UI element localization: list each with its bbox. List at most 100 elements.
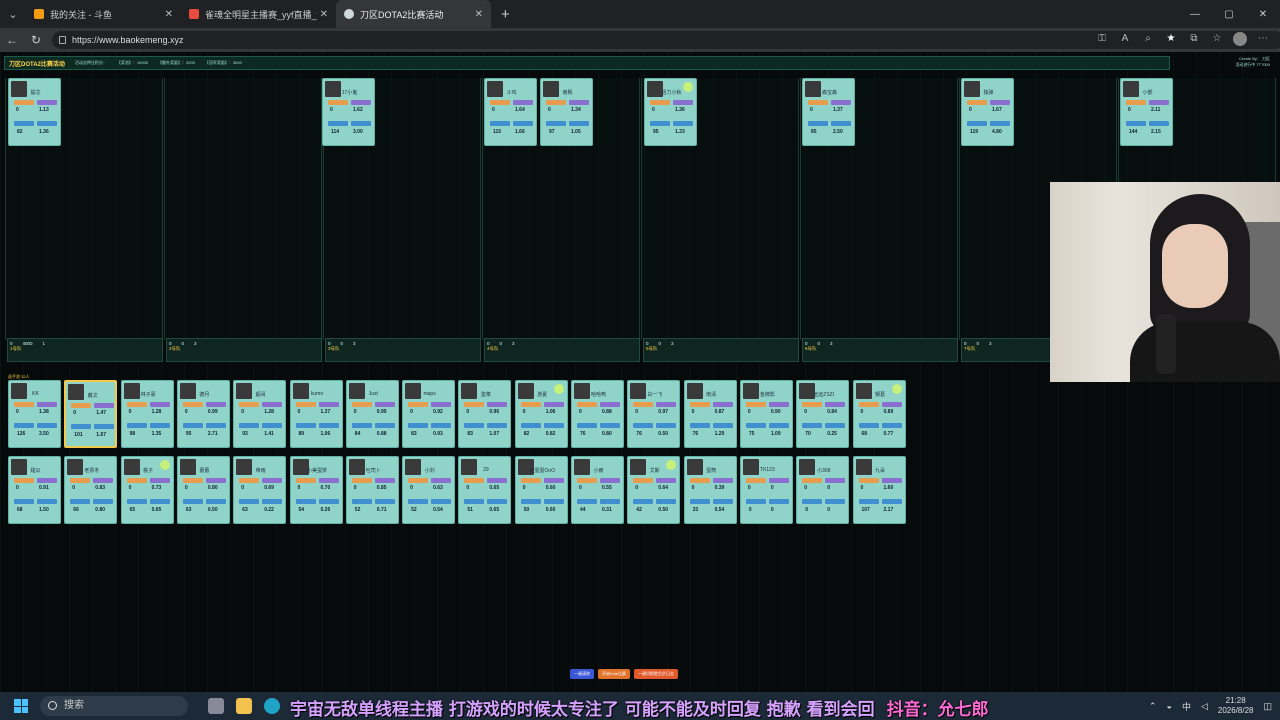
notification-icon[interactable]: ◫ — [1263, 701, 1272, 712]
player-card[interactable]: 艾斯 0 0.64 42 0.50 — [627, 456, 681, 524]
profile-avatar[interactable] — [1233, 32, 1247, 46]
player-card[interactable]: 帝雨 0 0.69 63 0.22 — [233, 456, 287, 524]
close-tab-icon[interactable]: ✕ — [475, 9, 483, 20]
tab-list-button[interactable]: ⌄ — [0, 0, 26, 28]
back-button[interactable]: ← — [0, 33, 24, 47]
player-card[interactable]: 蛋筒 0 0.39 33 0.54 — [683, 456, 737, 524]
player-card[interactable]: 森宝森 0 1.37 85 2.50 — [802, 78, 855, 146]
player-card[interactable]: 南枫 0 1.34 97 1.05 — [540, 78, 593, 146]
player-card[interactable]: 林子豪 0 1.28 98 1.35 — [120, 380, 174, 448]
player-card[interactable]: 小308 0 0 0 0 — [796, 456, 850, 524]
more-menu-icon[interactable]: ⋯ — [1256, 32, 1270, 46]
score-value: 101 — [74, 432, 83, 438]
player-card[interactable]: 白一飞 0 0.97 76 0.50 — [627, 380, 681, 448]
player-card[interactable]: kumo 0 1.37 89 1.06 — [289, 380, 343, 448]
player-card[interactable]: 提芯 0 1.13 82 1.36 — [8, 78, 61, 146]
star-icon[interactable]: ★ — [1164, 32, 1178, 46]
clear-button[interactable]: 一键清除 — [570, 669, 594, 679]
player-card[interactable]: 哈哈鸭 0 0.88 76 0.80 — [571, 380, 624, 448]
microphone — [1156, 314, 1176, 374]
player-card[interactable]: 独弹 0 1.67 119 4.80 — [961, 78, 1014, 146]
player-card[interactable]: 老票冬 0 0.83 66 0.80 — [64, 456, 118, 524]
translate-icon[interactable]: A — [1118, 32, 1132, 46]
rating-label-bar — [149, 478, 170, 483]
minimize-button[interactable]: — — [1178, 0, 1212, 28]
close-window-button[interactable]: ✕ — [1246, 0, 1280, 28]
speaker-icon — [553, 384, 564, 394]
edge-browser-icon[interactable] — [264, 698, 280, 714]
tray-arrow-icon[interactable]: ⌃ — [1149, 701, 1157, 712]
player-card[interactable]: 远远ZSZI 0 0.84 70 0.25 — [796, 380, 850, 448]
odds-label-bar — [881, 499, 902, 504]
player-card[interactable]: 小刘 0 0.63 52 0.54 — [402, 456, 456, 524]
player-card[interactable]: Just 0 0.99 84 0.88 — [345, 380, 399, 448]
player-card[interactable]: 17小鬼 0 1.62 114 3.00 — [322, 78, 375, 146]
player-name: TK123 — [760, 467, 775, 473]
new-tab-button[interactable]: + — [501, 6, 510, 23]
odds-label-bar — [656, 423, 677, 428]
bet-label-bar — [577, 402, 597, 407]
windows-start-icon[interactable] — [14, 699, 28, 713]
tab-yyf-stream[interactable]: 雀魂全明星主播赛_yyf直播_yyf ✕ — [181, 0, 336, 28]
mute-speaker-icon[interactable] — [189, 9, 199, 19]
ime-indicator[interactable]: 中 — [1182, 700, 1191, 713]
odds-value: 1.41 — [264, 431, 274, 437]
player-card[interactable]: 鉴菜 0 0.96 83 1.07 — [458, 380, 512, 448]
bet-label-bar — [14, 100, 34, 105]
odds-label-bar — [318, 499, 339, 504]
player-name: 德月 — [199, 392, 210, 398]
bet-label-bar — [14, 478, 34, 483]
player-card[interactable]: KK 0 1.38 126 3.50 — [8, 380, 61, 448]
maximize-button[interactable]: ▢ — [1212, 0, 1246, 28]
clock[interactable]: 21:28 2026/8/28 — [1218, 696, 1254, 716]
file-explorer-icon[interactable] — [236, 698, 252, 714]
player-card[interactable]: 金牌影 0 0.90 75 1.09 — [739, 380, 793, 448]
player-name: 小刘 — [424, 468, 435, 474]
player-name: 超哥 — [255, 392, 266, 398]
player-card[interactable]: 超哥 0 1.28 93 1.41 — [233, 380, 287, 448]
player-card[interactable]: 吐司卜 0 0.85 52 0.71 — [345, 456, 399, 524]
bet-value: 0 — [184, 409, 188, 415]
player-card[interactable]: 桃子 0 0.73 65 0.65 — [120, 456, 174, 524]
tab-douyu[interactable]: 我的关注 - 斗鱼 ✕ — [26, 0, 181, 28]
rating-value: 0.39 — [714, 485, 725, 491]
player-card[interactable]: 29 0 0.65 51 0.65 — [458, 456, 512, 524]
odds-label-bar — [93, 499, 114, 504]
switch-log-button[interactable]: 一键切换胜负负日志 — [634, 669, 679, 679]
extensions-icon[interactable]: ⧉ — [1187, 32, 1201, 46]
reload-button[interactable]: ↻ — [24, 33, 48, 47]
bet-value: 0 — [804, 485, 807, 491]
close-tab-icon[interactable]: ✕ — [165, 9, 173, 20]
start-vote-button[interactable]: 开始Vote比赛 — [598, 669, 631, 679]
score-label-bar — [650, 121, 670, 126]
rating-label-bar — [768, 478, 789, 483]
odds-value: 3.00 — [353, 129, 363, 135]
player-card[interactable]: 南清 0 0.87 76 1.29 — [683, 380, 737, 448]
player-card[interactable]: 九朵 0 1.60 107 2.17 — [852, 456, 906, 524]
player-card[interactable]: 小美蛋饼 0 0.70 54 0.26 — [289, 456, 343, 524]
player-card[interactable]: 游夏 0 1.06 82 0.82 — [514, 380, 568, 448]
favorites-icon[interactable]: ☆ — [1210, 32, 1224, 46]
player-card[interactable]: 斗鸡 0 1.64 115 1.66 — [484, 78, 537, 146]
task-view-icon[interactable] — [208, 698, 224, 714]
key-icon[interactable]: ⚿ — [1095, 32, 1109, 46]
player-card[interactable]: 活力小秋 0 1.36 95 1.33 — [644, 78, 697, 146]
player-card[interactable]: 甜瓜 0 0.91 68 1.50 — [8, 456, 61, 524]
close-tab-icon[interactable]: ✕ — [320, 9, 328, 20]
player-card[interactable]: 考蛋蛋OoO 0 0.60 50 0.60 — [514, 456, 568, 524]
player-card[interactable]: maps 0 0.92 83 0.93 — [402, 380, 456, 448]
player-card[interactable]: 戴文 0 1.47 101 1.67 — [64, 380, 118, 448]
bet-value: 0 — [128, 409, 132, 415]
player-card[interactable]: 蕾蕾 0 0.80 63 0.50 — [176, 456, 230, 524]
volume-icon[interactable]: ◁ — [1201, 701, 1208, 712]
search-icon[interactable]: ⌕ — [1141, 32, 1155, 46]
player-card[interactable]: 小部 0 2.11 144 2.15 — [1120, 78, 1173, 146]
player-card[interactable]: TK123 0 0 0 0 — [739, 456, 793, 524]
player-card[interactable]: 德月 0 0.99 95 2.71 — [176, 380, 230, 448]
tab-dota2-event[interactable]: 刀区DOTA2比赛活动 ✕ — [336, 0, 491, 28]
player-card[interactable]: 钢葛 0 0.89 68 0.77 — [852, 380, 906, 448]
taskbar-search[interactable]: 搜索 — [40, 696, 188, 716]
network-icon[interactable]: ◒ — [1167, 701, 1172, 711]
rating-value: 0.99 — [376, 409, 387, 415]
player-card[interactable]: 小雨 0 0.55 44 0.31 — [571, 456, 624, 524]
